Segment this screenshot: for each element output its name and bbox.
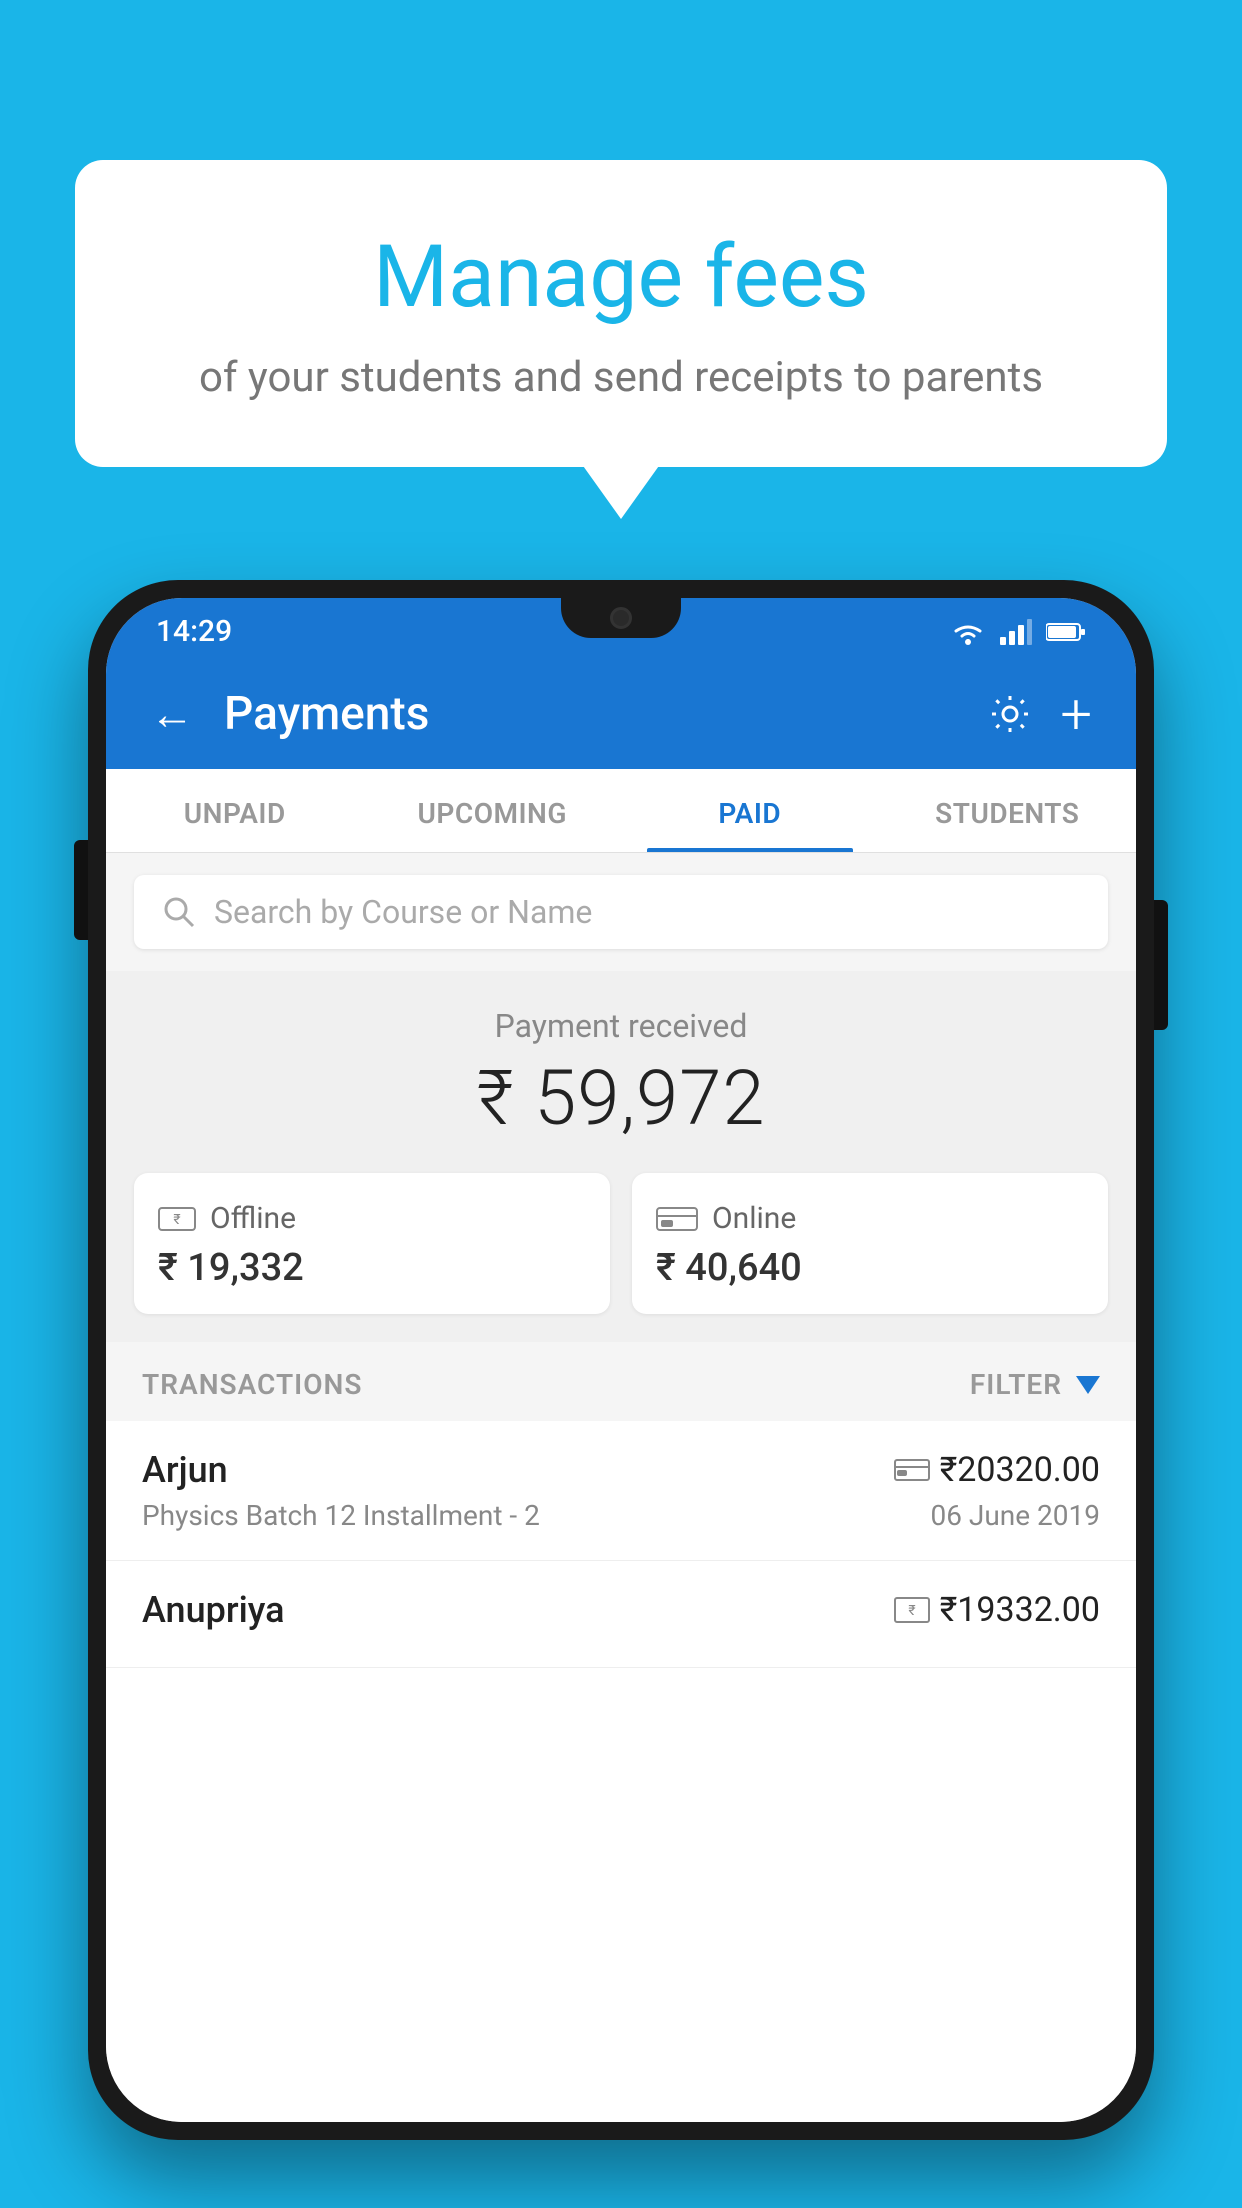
transaction-amount-2: ₹ ₹19332.00 — [894, 1590, 1100, 1630]
transactions-label: TRANSACTIONS — [142, 1368, 362, 1401]
camera — [610, 607, 632, 629]
filter-icon — [1076, 1376, 1100, 1394]
payment-type-icon — [894, 1458, 930, 1482]
phone-wrapper: 14:29 — [88, 580, 1154, 2208]
offline-icon: ₹ — [158, 1204, 196, 1234]
offline-card-header: ₹ Offline — [158, 1201, 586, 1236]
transactions-header: TRANSACTIONS FILTER — [106, 1342, 1136, 1421]
table-row[interactable]: Anupriya ₹ ₹19332.00 — [106, 1561, 1136, 1668]
status-time: 14:29 — [156, 614, 232, 649]
transactions-list: Arjun ₹20320.00 Physics Batch — [106, 1421, 1136, 2122]
payment-cards: ₹ Offline ₹ 19,332 O — [106, 1173, 1136, 1342]
transaction-date: 06 June 2019 — [930, 1499, 1100, 1532]
transaction-name: Arjun — [142, 1449, 228, 1491]
signal-icon — [1000, 619, 1032, 645]
back-button[interactable]: ← — [150, 688, 194, 740]
filter-text: FILTER — [970, 1368, 1062, 1401]
app-bar-title: Payments — [224, 687, 958, 741]
payment-type-icon-2: ₹ — [894, 1596, 930, 1624]
filter-button[interactable]: FILTER — [970, 1368, 1100, 1401]
transaction-name-2: Anupriya — [142, 1589, 285, 1631]
transaction-row-top: Arjun ₹20320.00 — [142, 1449, 1100, 1491]
online-icon — [656, 1204, 698, 1234]
online-card-header: Online — [656, 1201, 1084, 1236]
phone-notch — [561, 598, 681, 638]
tabs-bar: UNPAID UPCOMING PAID STUDENTS — [106, 769, 1136, 853]
payment-total-amount: ₹ 59,972 — [106, 1053, 1136, 1143]
payment-received-label: Payment received — [106, 1007, 1136, 1045]
status-icons — [950, 619, 1086, 645]
anupriya-amount: ₹19332.00 — [940, 1590, 1100, 1630]
svg-text:₹: ₹ — [908, 1603, 915, 1619]
tab-unpaid[interactable]: UNPAID — [106, 769, 364, 852]
tab-upcoming[interactable]: UPCOMING — [364, 769, 622, 852]
online-label: Online — [712, 1201, 796, 1236]
svg-text:₹: ₹ — [173, 1212, 180, 1228]
transaction-row-bottom: Physics Batch 12 Installment - 2 06 June… — [142, 1499, 1100, 1532]
hero-title: Manage fees — [135, 230, 1107, 325]
tab-paid[interactable]: PAID — [621, 769, 879, 852]
search-icon — [162, 895, 196, 929]
plus-button[interactable]: + — [1060, 681, 1092, 747]
offline-label: Offline — [210, 1201, 296, 1236]
hero-subtitle: of your students and send receipts to pa… — [135, 349, 1107, 408]
search-box[interactable]: Search by Course or Name — [134, 875, 1108, 949]
app-bar: ← Payments + — [106, 659, 1136, 769]
transaction-course: Physics Batch 12 Installment - 2 — [142, 1499, 540, 1532]
payment-summary: Payment received ₹ 59,972 — [106, 971, 1136, 1173]
table-row[interactable]: Arjun ₹20320.00 Physics Batch — [106, 1421, 1136, 1561]
wifi-icon — [950, 619, 986, 645]
offline-payment-card: ₹ Offline ₹ 19,332 — [134, 1173, 610, 1314]
search-placeholder: Search by Course or Name — [214, 893, 592, 931]
search-container: Search by Course or Name — [106, 853, 1136, 971]
battery-icon — [1046, 621, 1086, 643]
offline-amount: ₹ 19,332 — [158, 1246, 586, 1290]
hero-card: Manage fees of your students and send re… — [75, 160, 1167, 467]
tab-students[interactable]: STUDENTS — [879, 769, 1137, 852]
phone-screen: 14:29 — [106, 598, 1136, 2122]
arjun-amount: ₹20320.00 — [940, 1450, 1100, 1490]
transaction-row-top-2: Anupriya ₹ ₹19332.00 — [142, 1589, 1100, 1631]
online-payment-card: Online ₹ 40,640 — [632, 1173, 1108, 1314]
transaction-amount: ₹20320.00 — [894, 1450, 1100, 1490]
online-amount: ₹ 40,640 — [656, 1246, 1084, 1290]
phone-outer: 14:29 — [88, 580, 1154, 2140]
app-bar-icons: + — [988, 681, 1092, 747]
gear-icon[interactable] — [988, 692, 1032, 736]
